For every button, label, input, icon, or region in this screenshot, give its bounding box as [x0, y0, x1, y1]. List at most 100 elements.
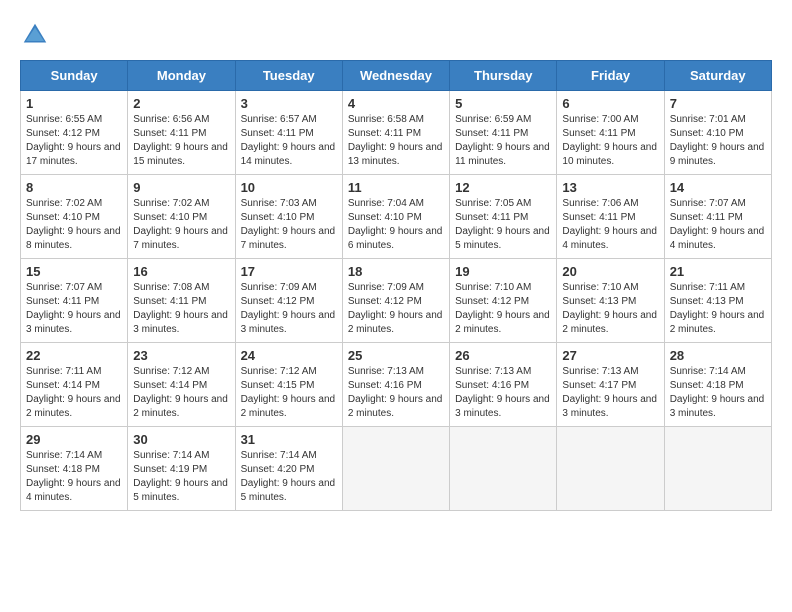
calendar-day-cell: 27 Sunrise: 7:13 AMSunset: 4:17 PMDayligh…	[557, 343, 664, 427]
day-number: 30	[133, 432, 229, 447]
day-number: 12	[455, 180, 551, 195]
weekday-header: Saturday	[664, 61, 771, 91]
calendar-day-cell: 26 Sunrise: 7:13 AMSunset: 4:16 PMDayligh…	[450, 343, 557, 427]
day-info: Sunrise: 7:12 AMSunset: 4:14 PMDaylight:…	[133, 365, 229, 421]
day-info: Sunrise: 7:05 AMSunset: 4:11 PMDaylight:…	[455, 197, 551, 253]
calendar-day-cell: 11 Sunrise: 7:04 AMSunset: 4:10 PMDayligh…	[342, 175, 449, 259]
weekday-header: Wednesday	[342, 61, 449, 91]
day-number: 24	[241, 348, 337, 363]
day-info: Sunrise: 7:12 AMSunset: 4:15 PMDaylight:…	[241, 365, 337, 421]
day-number: 10	[241, 180, 337, 195]
calendar-day-cell: 2 Sunrise: 6:56 AMSunset: 4:11 PMDaylight…	[128, 91, 235, 175]
day-info: Sunrise: 7:02 AMSunset: 4:10 PMDaylight:…	[133, 197, 229, 253]
day-info: Sunrise: 7:14 AMSunset: 4:18 PMDaylight:…	[26, 449, 122, 505]
calendar-day-cell: 3 Sunrise: 6:57 AMSunset: 4:11 PMDaylight…	[235, 91, 342, 175]
day-info: Sunrise: 7:14 AMSunset: 4:19 PMDaylight:…	[133, 449, 229, 505]
calendar-day-cell: 1Sunrise: 6:55 AMSunset: 4:12 PMDaylight…	[21, 91, 128, 175]
calendar-day-cell: 25Sunrise: 7:13 AMSunset: 4:16 PMDayligh…	[342, 343, 449, 427]
day-info: Sunrise: 7:04 AMSunset: 4:10 PMDaylight:…	[348, 197, 444, 253]
calendar-day-cell	[664, 427, 771, 511]
calendar-day-cell	[557, 427, 664, 511]
calendar-day-cell: 29 Sunrise: 7:14 AMSunset: 4:18 PMDayligh…	[21, 427, 128, 511]
calendar-day-cell: 4 Sunrise: 6:58 AMSunset: 4:11 PMDaylight…	[342, 91, 449, 175]
day-number: 14	[670, 180, 766, 195]
day-info: Sunrise: 7:13 AMSunset: 4:16 PMDaylight:…	[348, 365, 444, 421]
day-info: Sunrise: 7:09 AMSunset: 4:12 PMDaylight:…	[241, 281, 337, 337]
calendar-day-cell: 15 Sunrise: 7:07 AMSunset: 4:11 PMDayligh…	[21, 259, 128, 343]
day-info: Sunrise: 7:01 AMSunset: 4:10 PMDaylight:…	[670, 113, 766, 169]
day-info: Sunrise: 7:10 AMSunset: 4:13 PMDaylight:…	[562, 281, 658, 337]
day-info: Sunrise: 7:07 AMSunset: 4:11 PMDaylight:…	[26, 281, 122, 337]
calendar-day-cell: 14 Sunrise: 7:07 AMSunset: 4:11 PMDayligh…	[664, 175, 771, 259]
day-number: 8	[26, 180, 122, 195]
day-info: Sunrise: 7:09 AMSunset: 4:12 PMDaylight:…	[348, 281, 444, 337]
day-info: Sunrise: 7:10 AMSunset: 4:12 PMDaylight:…	[455, 281, 551, 337]
calendar-day-cell: 19 Sunrise: 7:10 AMSunset: 4:12 PMDayligh…	[450, 259, 557, 343]
calendar-header-row: SundayMondayTuesdayWednesdayThursdayFrid…	[21, 61, 772, 91]
weekday-header: Sunday	[21, 61, 128, 91]
day-info: Sunrise: 7:11 AMSunset: 4:14 PMDaylight:…	[26, 365, 122, 421]
weekday-header: Monday	[128, 61, 235, 91]
day-number: 29	[26, 432, 122, 447]
weekday-header: Friday	[557, 61, 664, 91]
day-info: Sunrise: 7:07 AMSunset: 4:11 PMDaylight:…	[670, 197, 766, 253]
day-info: Sunrise: 7:14 AMSunset: 4:20 PMDaylight:…	[241, 449, 337, 505]
day-info: Sunrise: 7:14 AMSunset: 4:18 PMDaylight:…	[670, 365, 766, 421]
day-number: 31	[241, 432, 337, 447]
day-info: Sunrise: 6:57 AMSunset: 4:11 PMDaylight:…	[241, 113, 337, 169]
calendar-day-cell: 6 Sunrise: 7:00 AMSunset: 4:11 PMDaylight…	[557, 91, 664, 175]
day-info: Sunrise: 7:13 AMSunset: 4:17 PMDaylight:…	[562, 365, 658, 421]
day-number: 13	[562, 180, 658, 195]
page-header	[20, 20, 772, 50]
day-number: 27	[562, 348, 658, 363]
day-number: 23	[133, 348, 229, 363]
weekday-header: Tuesday	[235, 61, 342, 91]
day-number: 3	[241, 96, 337, 111]
calendar-day-cell	[450, 427, 557, 511]
day-number: 11	[348, 180, 444, 195]
day-info: Sunrise: 7:13 AMSunset: 4:16 PMDaylight:…	[455, 365, 551, 421]
day-number: 18	[348, 264, 444, 279]
logo-icon	[20, 20, 50, 50]
calendar-day-cell: 24 Sunrise: 7:12 AMSunset: 4:15 PMDayligh…	[235, 343, 342, 427]
calendar-week-row: 15 Sunrise: 7:07 AMSunset: 4:11 PMDayligh…	[21, 259, 772, 343]
calendar-day-cell: 21 Sunrise: 7:11 AMSunset: 4:13 PMDayligh…	[664, 259, 771, 343]
logo	[20, 20, 54, 50]
day-number: 5	[455, 96, 551, 111]
day-info: Sunrise: 7:02 AMSunset: 4:10 PMDaylight:…	[26, 197, 122, 253]
day-info: Sunrise: 6:55 AMSunset: 4:12 PMDaylight:…	[26, 113, 122, 169]
day-number: 9	[133, 180, 229, 195]
day-info: Sunrise: 6:58 AMSunset: 4:11 PMDaylight:…	[348, 113, 444, 169]
day-info: Sunrise: 7:00 AMSunset: 4:11 PMDaylight:…	[562, 113, 658, 169]
calendar-day-cell: 22Sunrise: 7:11 AMSunset: 4:14 PMDayligh…	[21, 343, 128, 427]
calendar-day-cell: 23 Sunrise: 7:12 AMSunset: 4:14 PMDayligh…	[128, 343, 235, 427]
calendar-day-cell: 9 Sunrise: 7:02 AMSunset: 4:10 PMDaylight…	[128, 175, 235, 259]
day-number: 21	[670, 264, 766, 279]
day-info: Sunrise: 7:11 AMSunset: 4:13 PMDaylight:…	[670, 281, 766, 337]
day-number: 26	[455, 348, 551, 363]
calendar-day-cell: 20 Sunrise: 7:10 AMSunset: 4:13 PMDayligh…	[557, 259, 664, 343]
day-info: Sunrise: 6:59 AMSunset: 4:11 PMDaylight:…	[455, 113, 551, 169]
day-number: 6	[562, 96, 658, 111]
calendar-day-cell	[342, 427, 449, 511]
calendar-day-cell: 28 Sunrise: 7:14 AMSunset: 4:18 PMDayligh…	[664, 343, 771, 427]
day-number: 16	[133, 264, 229, 279]
calendar-week-row: 29 Sunrise: 7:14 AMSunset: 4:18 PMDayligh…	[21, 427, 772, 511]
day-number: 19	[455, 264, 551, 279]
day-number: 2	[133, 96, 229, 111]
day-info: Sunrise: 6:56 AMSunset: 4:11 PMDaylight:…	[133, 113, 229, 169]
day-number: 4	[348, 96, 444, 111]
calendar-day-cell: 16 Sunrise: 7:08 AMSunset: 4:11 PMDayligh…	[128, 259, 235, 343]
calendar-body: 1Sunrise: 6:55 AMSunset: 4:12 PMDaylight…	[21, 91, 772, 511]
day-number: 17	[241, 264, 337, 279]
day-info: Sunrise: 7:08 AMSunset: 4:11 PMDaylight:…	[133, 281, 229, 337]
calendar-day-cell: 10Sunrise: 7:03 AMSunset: 4:10 PMDayligh…	[235, 175, 342, 259]
calendar-day-cell: 12 Sunrise: 7:05 AMSunset: 4:11 PMDayligh…	[450, 175, 557, 259]
day-number: 20	[562, 264, 658, 279]
calendar-week-row: 22Sunrise: 7:11 AMSunset: 4:14 PMDayligh…	[21, 343, 772, 427]
weekday-header: Thursday	[450, 61, 557, 91]
calendar-week-row: 1Sunrise: 6:55 AMSunset: 4:12 PMDaylight…	[21, 91, 772, 175]
calendar-table: SundayMondayTuesdayWednesdayThursdayFrid…	[20, 60, 772, 511]
day-number: 15	[26, 264, 122, 279]
day-number: 28	[670, 348, 766, 363]
